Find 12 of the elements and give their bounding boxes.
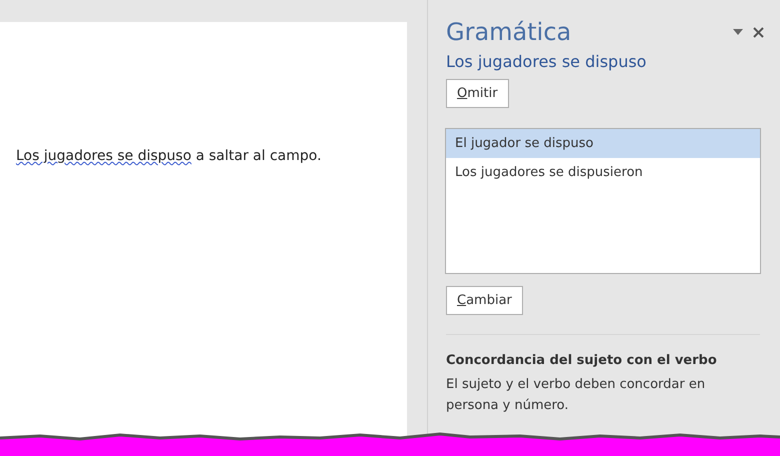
document-text: a saltar al campo.	[194, 148, 322, 164]
skip-button[interactable]: Omitir	[446, 79, 509, 108]
change-button[interactable]: Cambiar	[446, 286, 523, 315]
suggestion-item[interactable]: Los jugadores se dispusieron	[446, 158, 760, 187]
dropdown-icon[interactable]	[733, 29, 743, 35]
rule-title: Concordancia del sujeto con el verbo	[446, 353, 718, 368]
close-icon[interactable]	[753, 26, 764, 38]
pane-title: Gramática	[446, 18, 572, 46]
document-text: Los jugadores se dispuso	[16, 148, 192, 164]
suggestion-item[interactable]: El jugador se dispuso	[446, 129, 760, 158]
rule-description: El sujeto y el verbo deben concordar en persona y número.	[446, 376, 706, 415]
error-text: Los jugadores se dispuso	[446, 52, 648, 71]
